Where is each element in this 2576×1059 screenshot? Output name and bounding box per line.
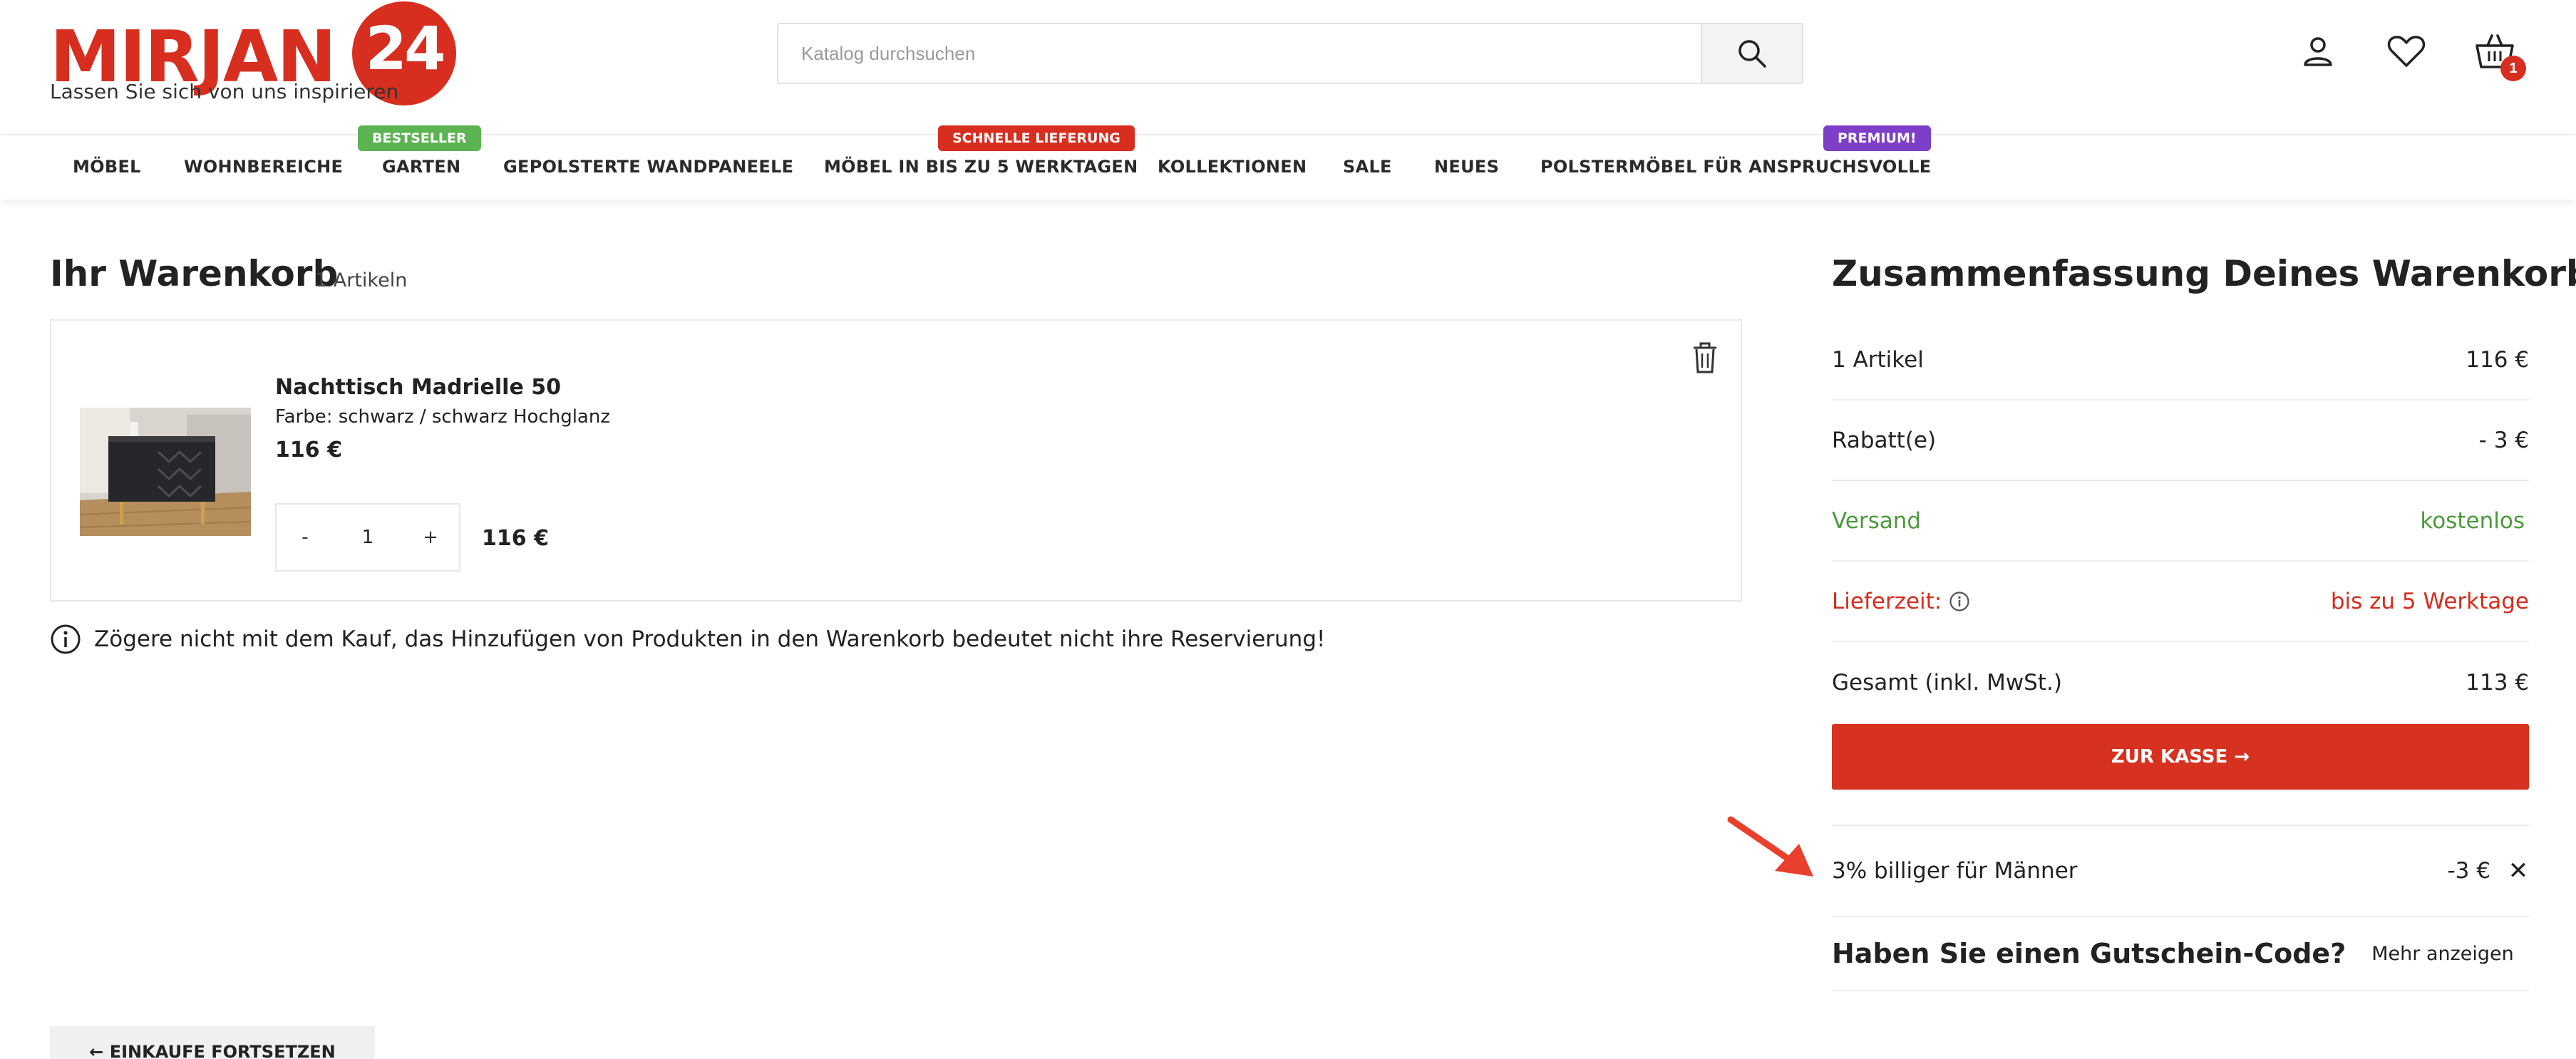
quantity-value[interactable]: 1 (334, 527, 402, 548)
coupon-title: Haben Sie einen Gutschein-Code? (1832, 938, 2346, 969)
quantity-stepper: - 1 + (275, 503, 460, 572)
show-more-coupon-link[interactable]: Mehr anzeigen (2371, 943, 2514, 965)
applied-discount-value: -3 € (2447, 858, 2491, 884)
search-input[interactable] (778, 24, 1702, 83)
product-image[interactable] (80, 408, 251, 536)
summary-delivery-label: Lieferzeit: (1832, 588, 1942, 614)
product-variant: Farbe: schwarz / schwarz Hochglanz (275, 406, 610, 428)
cart-count-badge: 1 (2500, 56, 2526, 81)
nav-item-sale[interactable]: SALE (1343, 157, 1392, 177)
summary-discount-value: - 3 € (2478, 427, 2529, 453)
checkout-button[interactable]: ZUR KASSE → (1832, 724, 2529, 790)
summary-title: Zusammenfassung Deines Warenkorbs (1832, 253, 2576, 294)
summary-delivery-value: bis zu 5 Werktage (2330, 588, 2529, 614)
delivery-info-icon[interactable] (1949, 591, 1970, 612)
trash-icon (1694, 342, 1716, 373)
nav-item-garten[interactable]: GARTEN (382, 157, 460, 177)
summary-delivery-row: Lieferzeit: bis zu 5 Werktage (1832, 562, 2529, 642)
search-icon (1738, 40, 1766, 68)
cart-item: Nachttisch Madrielle 50 Farbe: schwarz /… (50, 319, 1742, 601)
product-line-total: 116 € (482, 526, 549, 551)
cart-button[interactable]: 1 (2473, 30, 2526, 81)
wishlist-button[interactable] (2385, 30, 2428, 73)
remove-item-button[interactable] (1691, 342, 1719, 373)
site-logo[interactable]: MIRJAN 24 Lassen Sie sich von uns inspir… (50, 1, 506, 108)
search-button[interactable] (1701, 24, 1802, 83)
nav-item-neues[interactable]: NEUES (1434, 157, 1499, 177)
logo-tagline: Lassen Sie sich von uns inspirieren (50, 80, 399, 103)
product-name[interactable]: Nachttisch Madrielle 50 (275, 375, 561, 400)
user-icon (2304, 37, 2332, 66)
summary-items-label: 1 Artikel (1832, 346, 1924, 373)
nav-item-wohnbereiche[interactable]: WOHNBEREICHE (184, 157, 343, 177)
summary-items-row: 1 Artikel 116 € (1832, 320, 2529, 401)
nav-item-kollektionen[interactable]: KOLLEKTIONEN (1158, 157, 1307, 177)
summary-items-value: 116 € (2466, 346, 2529, 373)
summary-shipping-value: kostenlos (2420, 507, 2525, 534)
quantity-decrease-button[interactable]: - (277, 505, 334, 570)
search-bar (777, 23, 1803, 84)
nightstand-image (80, 408, 251, 536)
continue-shopping-button[interactable]: ← EINKAUFE FORTSETZEN (50, 1026, 375, 1059)
cart-title: Ihr Warenkorb (50, 253, 339, 294)
heart-icon (2387, 36, 2426, 67)
nav-item-wandpaneele[interactable]: GEPOLSTERTE WANDPANEELE (503, 157, 793, 177)
cart-item-count: 1 Artikeln (315, 269, 408, 291)
nav-item-polstermoebel[interactable]: POLSTERMÖBEL FÜR ANSPRUCHSVOLLE (1540, 157, 1931, 177)
summary-discount-row: Rabatt(e) - 3 € (1832, 401, 2529, 481)
summary-shipping-label: Versand (1832, 507, 1922, 534)
logo-number: 24 (365, 14, 446, 83)
notice-text: Zögere nicht mit dem Kauf, das Hinzufüge… (94, 626, 1326, 652)
nav-item-moebel[interactable]: MÖBEL (73, 157, 141, 177)
info-icon (51, 624, 81, 654)
pointer-arrow-icon (1727, 816, 1813, 877)
site-header: MIRJAN 24 Lassen Sie sich von uns inspir… (0, 0, 2576, 135)
coupon-section: Haben Sie einen Gutschein-Code? Mehr anz… (1832, 917, 2529, 991)
product-unit-price: 116 € (275, 438, 342, 463)
account-button[interactable] (2297, 30, 2339, 73)
reservation-notice: Zögere nicht mit dem Kauf, das Hinzufüge… (50, 621, 1325, 657)
main-navigation: MÖBEL WOHNBEREICHE GARTEN GEPOLSTERTE WA… (0, 135, 2576, 200)
applied-discount-name: 3% billiger für Männer (1832, 858, 2078, 884)
summary-total-value: 113 € (2466, 669, 2529, 696)
summary-shipping-row: Versand kostenlos (1832, 481, 2529, 562)
nav-item-express-moebel[interactable]: MÖBEL IN BIS ZU 5 WERKTAGEN (824, 157, 1138, 177)
remove-discount-button[interactable]: ✕ (2508, 857, 2529, 885)
summary-total-row: Gesamt (inkl. MwSt.) 113 € (1832, 642, 2529, 723)
quantity-increase-button[interactable]: + (402, 505, 459, 570)
summary-discount-label: Rabatt(e) (1832, 427, 1937, 453)
applied-discount-row: 3% billiger für Männer -3 € ✕ (1832, 825, 2529, 917)
summary-total-label: Gesamt (inkl. MwSt.) (1832, 669, 2062, 696)
